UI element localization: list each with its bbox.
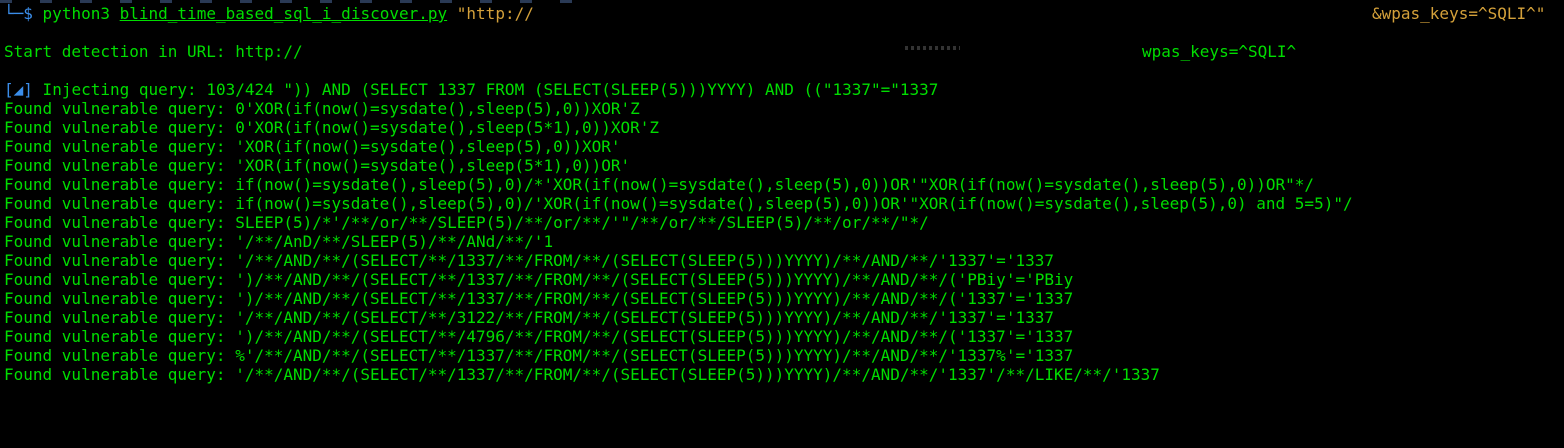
url-argument-start: "http:// [456,4,534,23]
result-line: Found vulnerable query: 'XOR(if(now()=sy… [4,156,631,175]
result-line: Found vulnerable query: '/**/AND/**/(SEL… [4,365,1160,384]
result-line: Found vulnerable query: SLEEP(5)/*'/**/o… [4,213,929,232]
result-line: Found vulnerable query: '/**/AnD/**/SLEE… [4,232,554,251]
detection-url-end: wpas_keys=^SQLI^ [1142,42,1297,61]
open-bracket: [ [4,80,14,99]
result-line: Found vulnerable query: 0'XOR(if(now()=s… [4,99,640,118]
result-line: Found vulnerable query: if(now()=sysdate… [4,194,1353,213]
result-line: Found vulnerable query: ')/**/AND/**/(SE… [4,289,1074,308]
result-line: Found vulnerable query: ')/**/AND/**/(SE… [4,327,1074,346]
result-line: Found vulnerable query: '/**/AND/**/(SEL… [4,251,1054,270]
result-line: Found vulnerable query: ')/**/AND/**/(SE… [4,270,1074,289]
injecting-status-line: [◢] Injecting query: 103/424 ")) AND (SE… [4,80,938,99]
result-line: Found vulnerable query: 'XOR(if(now()=sy… [4,137,621,156]
command-line: └─$ python3 blind_time_based_sql_i_disco… [4,4,534,23]
result-line: Found vulnerable query: 0'XOR(if(now()=s… [4,118,660,137]
prompt-corner: └─ [4,4,24,23]
result-line: Found vulnerable query: '/**/AND/**/(SEL… [4,308,1054,327]
detection-line: Start detection in URL: http:// [4,42,303,61]
spinner-icon: ◢ [13,80,24,99]
injecting-text: Injecting query: 103/424 ")) AND (SELECT… [32,80,939,99]
prompt-dollar: $ [23,4,33,23]
redacted-url-segment [905,46,960,50]
result-line: Found vulnerable query: %'/**/AND/**/(SE… [4,346,1074,365]
url-argument-end: &wpas_keys=^SQLI^" [1372,4,1546,23]
script-filename: blind_time_based_sql_i_discover.py [119,4,448,23]
previous-line-fragment [0,0,600,3]
terminal-window[interactable]: └─$ python3 blind_time_based_sql_i_disco… [0,0,1564,448]
result-line: Found vulnerable query: if(now()=sysdate… [4,175,1315,194]
command-name: python3 [42,4,110,23]
close-bracket: ] [23,80,33,99]
